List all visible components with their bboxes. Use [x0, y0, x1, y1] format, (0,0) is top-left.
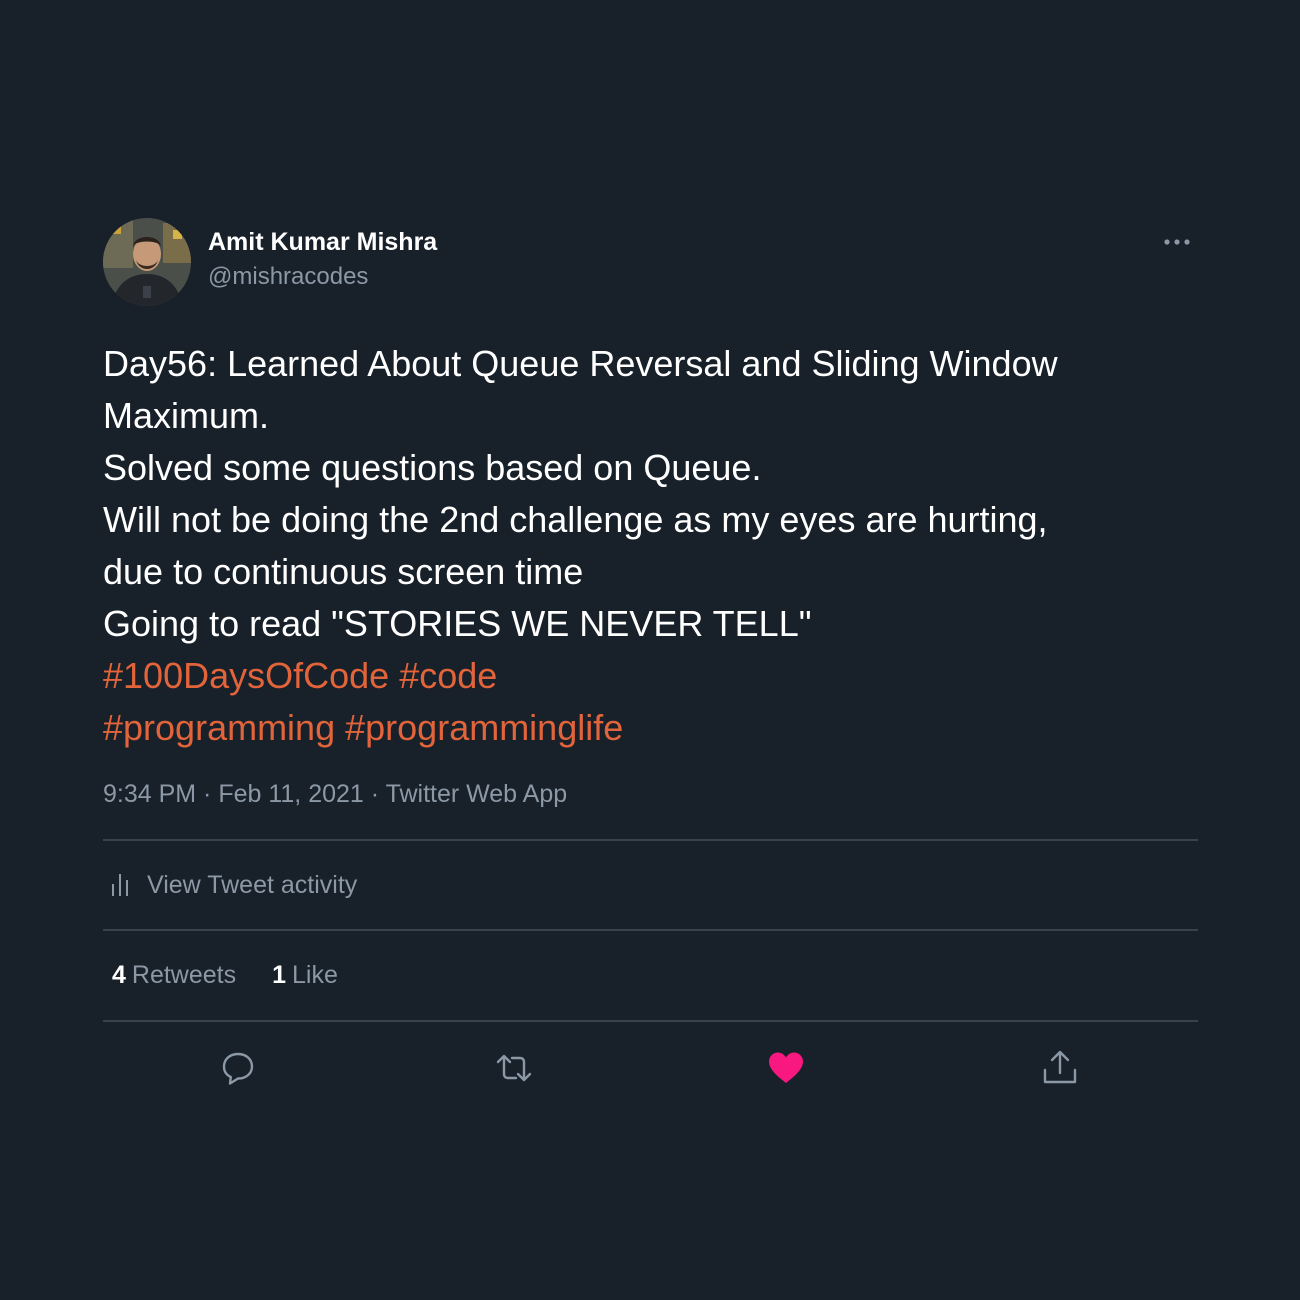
likes-label: Like: [292, 961, 338, 989]
tweet-text-line: Maximum.: [103, 395, 270, 436]
bar-chart-icon: [109, 870, 133, 900]
likes-count: 1: [272, 961, 287, 989]
tweet-actions: [103, 1022, 1198, 1112]
hashtag-link[interactable]: #100DaysOfCode: [103, 655, 389, 696]
avatar[interactable]: [103, 218, 191, 306]
hashtag-link[interactable]: #programming: [103, 707, 335, 748]
retweets-label: Retweets: [131, 961, 237, 989]
hashtag-link[interactable]: #code: [399, 655, 497, 696]
tweet-timestamp[interactable]: 9:34 PM · Feb 11, 2021 · Twitter Web App: [103, 780, 1198, 809]
share-upload-icon[interactable]: [1040, 1048, 1080, 1088]
reply-bubble-icon[interactable]: [218, 1048, 258, 1088]
author-handle[interactable]: @mishracodes: [208, 263, 368, 291]
tweet-text-line: Will not be doing the 2nd challenge as m…: [103, 499, 1048, 540]
tweet-text-line: Going to read "STORIES WE NEVER TELL": [103, 603, 812, 644]
engagement-stats: 4 Retweets 1 Like: [103, 931, 1198, 1020]
hashtag-link[interactable]: #programminglife: [345, 707, 623, 748]
tweet-text-line: Solved some questions based on Queue.: [103, 447, 762, 488]
retweet-arrows-icon[interactable]: [494, 1048, 534, 1088]
author-name[interactable]: Amit Kumar Mishra: [208, 228, 437, 257]
avatar-photo: [103, 218, 191, 306]
heart-filled-icon[interactable]: [766, 1048, 806, 1088]
view-tweet-activity-label: View Tweet activity: [147, 870, 358, 899]
likes-stat[interactable]: 1 Like: [272, 961, 338, 990]
retweets-stat[interactable]: 4 Retweets: [112, 961, 236, 990]
tweet-card: Amit Kumar Mishra @mishracodes Day56: Le…: [103, 218, 1198, 1112]
view-tweet-activity-link[interactable]: View Tweet activity: [103, 841, 1198, 929]
tweet-text-line: due to continuous screen time: [103, 551, 584, 592]
hashtag-line: #programming #programminglife: [103, 702, 1198, 754]
tweet-text: Day56: Learned About Queue Reversal and …: [103, 338, 1198, 754]
retweets-count: 4: [112, 961, 126, 989]
hashtag-line: #100DaysOfCode #code: [103, 650, 1198, 702]
tweet-header: Amit Kumar Mishra @mishracodes: [103, 218, 1198, 308]
more-horizontal-icon[interactable]: [1162, 232, 1192, 252]
tweet-text-line: Day56: Learned About Queue Reversal and …: [103, 343, 1058, 384]
